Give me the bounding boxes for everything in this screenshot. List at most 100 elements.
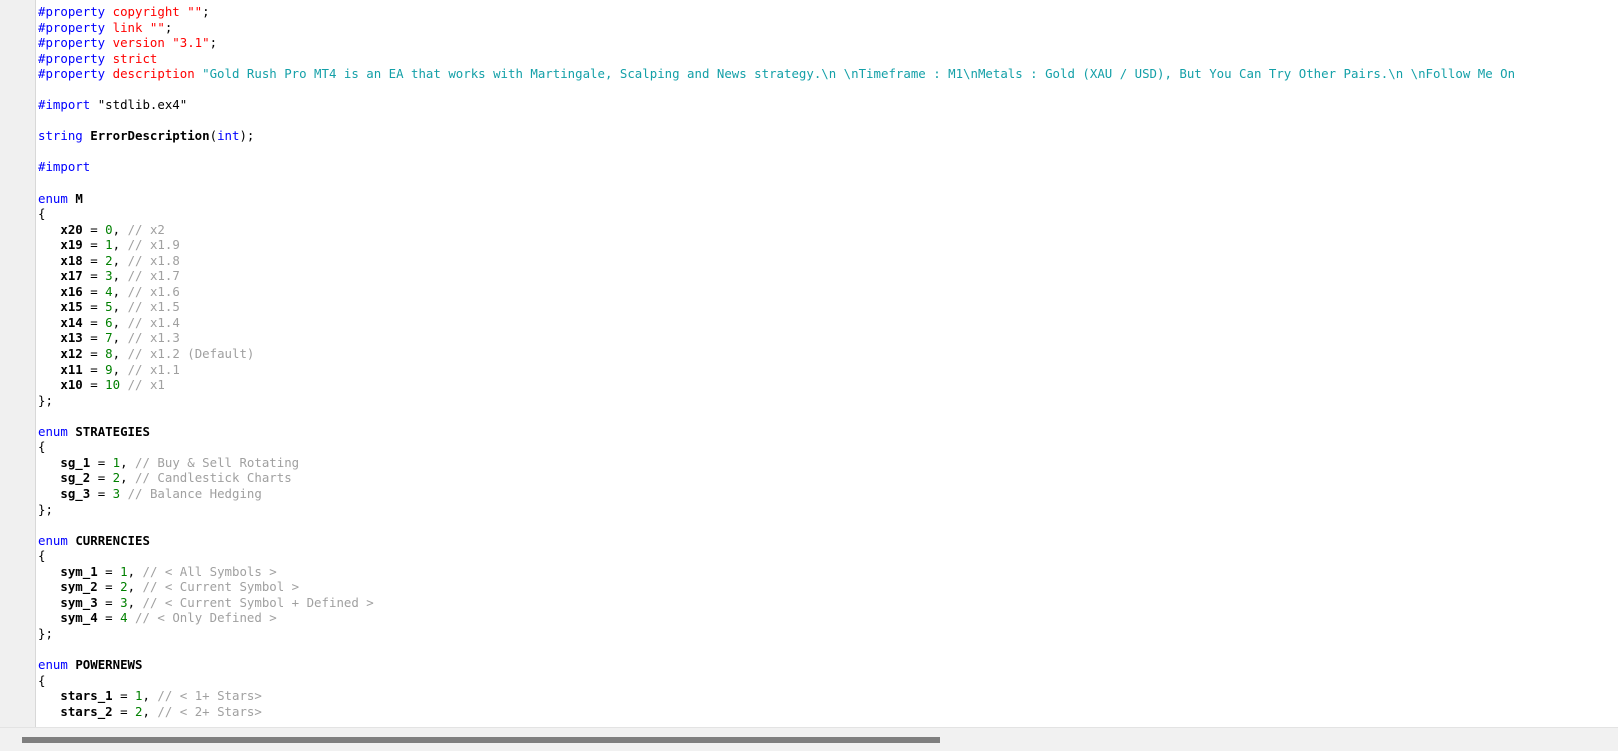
code-line[interactable]: 10: [0, 144, 1618, 160]
token-id: x13: [60, 330, 83, 346]
code-line[interactable]: 28enum STRATEGIES: [0, 424, 1618, 440]
code-text[interactable]: #property description "Gold Rush Pro MT4…: [38, 66, 1515, 82]
code-text[interactable]: {: [38, 673, 45, 689]
code-text[interactable]: sg_1 = 1, // Buy & Sell Rotating: [38, 455, 299, 471]
code-text[interactable]: string ErrorDescription(int);: [38, 128, 254, 144]
code-line[interactable]: 1#property copyright "";: [0, 4, 1618, 20]
code-text[interactable]: sym_3 = 3, // < Current Symbol + Defined…: [38, 595, 373, 611]
code-text[interactable]: x11 = 9, // x1.1: [38, 362, 179, 378]
code-line[interactable]: 29{: [0, 439, 1618, 455]
code-text[interactable]: #import "stdlib.ex4": [38, 97, 187, 113]
code-line[interactable]: 11#import: [0, 159, 1618, 175]
code-line[interactable]: 31 sg_2 = 2, // Candlestick Charts: [0, 470, 1618, 486]
code-line[interactable]: 8: [0, 113, 1618, 129]
code-line[interactable]: 7#import "stdlib.ex4": [0, 97, 1618, 113]
code-text[interactable]: enum CURRENCIES: [38, 533, 150, 549]
code-line[interactable]: 42: [0, 641, 1618, 657]
code-line[interactable]: 24 x11 = 9, // x1.1: [0, 362, 1618, 378]
code-text[interactable]: x20 = 0, // x2: [38, 221, 165, 238]
code-line[interactable]: 32 sg_3 = 3 // Balance Hedging: [0, 486, 1618, 502]
code-line[interactable]: 19 x16 = 4, // x1.6: [0, 284, 1618, 300]
code-line[interactable]: 33};: [0, 502, 1618, 518]
code-line[interactable]: 26};: [0, 393, 1618, 409]
code-line[interactable]: 20 x15 = 5, // x1.5: [0, 299, 1618, 315]
token-pun: [38, 704, 60, 719]
code-text[interactable]: sym_4 = 4 // < Only Defined >: [38, 610, 276, 626]
code-text[interactable]: stars_2 = 2, // < 2+ Stars>: [38, 704, 261, 720]
token-pun: =: [97, 563, 121, 579]
token-pun: ,: [120, 470, 136, 486]
code-text[interactable]: #import: [38, 159, 90, 175]
code-text[interactable]: #property link "";: [38, 20, 172, 36]
code-text[interactable]: sym_2 = 2, // < Current Symbol >: [38, 579, 299, 595]
code-line[interactable]: 37 sym_1 = 1, // < All Symbols >: [0, 564, 1618, 580]
code-line[interactable]: 9string ErrorDescription(int);: [0, 128, 1618, 144]
code-line[interactable]: 2#property link "";: [0, 20, 1618, 36]
code-text[interactable]: };: [38, 626, 53, 642]
code-line[interactable]: 13enum M: [0, 191, 1618, 207]
token-prep: #property: [38, 66, 106, 82]
code-viewport[interactable]: 1#property copyright "";2#property link …: [0, 0, 1618, 727]
code-text[interactable]: x14 = 6, // x1.4: [38, 314, 179, 331]
code-line[interactable]: 30 sg_1 = 1, // Buy & Sell Rotating: [0, 455, 1618, 471]
code-text[interactable]: {: [38, 206, 45, 222]
code-text[interactable]: stars_1 = 1, // < 1+ Stars>: [38, 688, 261, 704]
code-line[interactable]: 45 stars_1 = 1, // < 1+ Stars>: [0, 688, 1618, 704]
code-text[interactable]: x10 = 10 // x1: [38, 377, 164, 393]
code-line[interactable]: 4#property strict: [0, 51, 1618, 67]
code-line[interactable]: 14{: [0, 206, 1618, 222]
code-text[interactable]: sg_2 = 2, // Candlestick Charts: [38, 470, 291, 486]
code-line[interactable]: 41};: [0, 626, 1618, 642]
horizontal-scrollbar-thumb[interactable]: [22, 737, 940, 743]
code-line[interactable]: 21 x14 = 6, // x1.4: [0, 315, 1618, 331]
code-line[interactable]: 44{: [0, 673, 1618, 689]
code-text[interactable]: };: [38, 393, 53, 409]
code-line[interactable]: 15 x20 = 0, // x2: [0, 222, 1618, 238]
token-num: 6: [105, 314, 113, 330]
code-line[interactable]: 35enum CURRENCIES: [0, 533, 1618, 549]
code-line[interactable]: 17 x18 = 2, // x1.8: [0, 253, 1618, 269]
code-line[interactable]: 5#property description "Gold Rush Pro MT…: [0, 66, 1618, 82]
code-text[interactable]: #property copyright "";: [38, 4, 210, 20]
code-line[interactable]: 38 sym_2 = 2, // < Current Symbol >: [0, 579, 1618, 595]
token-cmt: // x1.7: [127, 268, 180, 284]
token-cmt: // x2: [127, 221, 165, 237]
code-text[interactable]: #property strict: [38, 51, 157, 67]
code-text[interactable]: enum M: [38, 191, 83, 207]
code-line[interactable]: 23 x12 = 8, // x1.2 (Default): [0, 346, 1618, 362]
code-text[interactable]: {: [38, 439, 45, 455]
code-line[interactable]: 12: [0, 175, 1618, 191]
token-pun: [38, 579, 60, 594]
code-text[interactable]: x18 = 2, // x1.8: [38, 253, 179, 269]
code-text[interactable]: {: [38, 548, 45, 564]
code-line[interactable]: 18 x17 = 3, // x1.7: [0, 268, 1618, 284]
code-editor[interactable]: 1#property copyright "";2#property link …: [0, 0, 1618, 751]
code-line[interactable]: 3#property version "3.1";: [0, 35, 1618, 51]
code-line[interactable]: 36{: [0, 548, 1618, 564]
code-text[interactable]: sym_1 = 1, // < All Symbols >: [38, 563, 276, 580]
code-text[interactable]: x16 = 4, // x1.6: [38, 284, 179, 300]
code-line[interactable]: 27: [0, 408, 1618, 424]
code-line[interactable]: 6: [0, 82, 1618, 98]
code-text[interactable]: x13 = 7, // x1.3: [38, 330, 179, 346]
horizontal-scrollbar[interactable]: [0, 727, 1618, 751]
code-line[interactable]: 43enum POWERNEWS: [0, 657, 1618, 673]
code-text[interactable]: x19 = 1, // x1.9: [38, 237, 179, 253]
code-line[interactable]: 46 stars_2 = 2, // < 2+ Stars>: [0, 704, 1618, 720]
code-text[interactable]: enum POWERNEWS: [38, 657, 142, 673]
code-line[interactable]: 40 sym_4 = 4 // < Only Defined >: [0, 610, 1618, 626]
code-text[interactable]: x17 = 3, // x1.7: [38, 268, 180, 284]
code-text[interactable]: sg_3 = 3 // Balance Hedging: [38, 486, 261, 502]
code-text[interactable]: x15 = 5, // x1.5: [38, 299, 179, 315]
code-line[interactable]: 39 sym_3 = 3, // < Current Symbol + Defi…: [0, 595, 1618, 611]
code-lines-container[interactable]: 1#property copyright "";2#property link …: [0, 4, 1618, 719]
code-line[interactable]: 34: [0, 517, 1618, 533]
code-line[interactable]: 25 x10 = 10 // x1: [0, 377, 1618, 393]
code-text[interactable]: x12 = 8, // x1.2 (Default): [38, 346, 254, 362]
code-text[interactable]: #property version "3.1";: [38, 35, 217, 51]
code-text[interactable]: };: [38, 502, 53, 518]
horizontal-scrollbar-track[interactable]: [0, 734, 1618, 746]
code-line[interactable]: 16 x19 = 1, // x1.9: [0, 237, 1618, 253]
code-text[interactable]: enum STRATEGIES: [38, 424, 150, 440]
code-line[interactable]: 22 x13 = 7, // x1.3: [0, 330, 1618, 346]
